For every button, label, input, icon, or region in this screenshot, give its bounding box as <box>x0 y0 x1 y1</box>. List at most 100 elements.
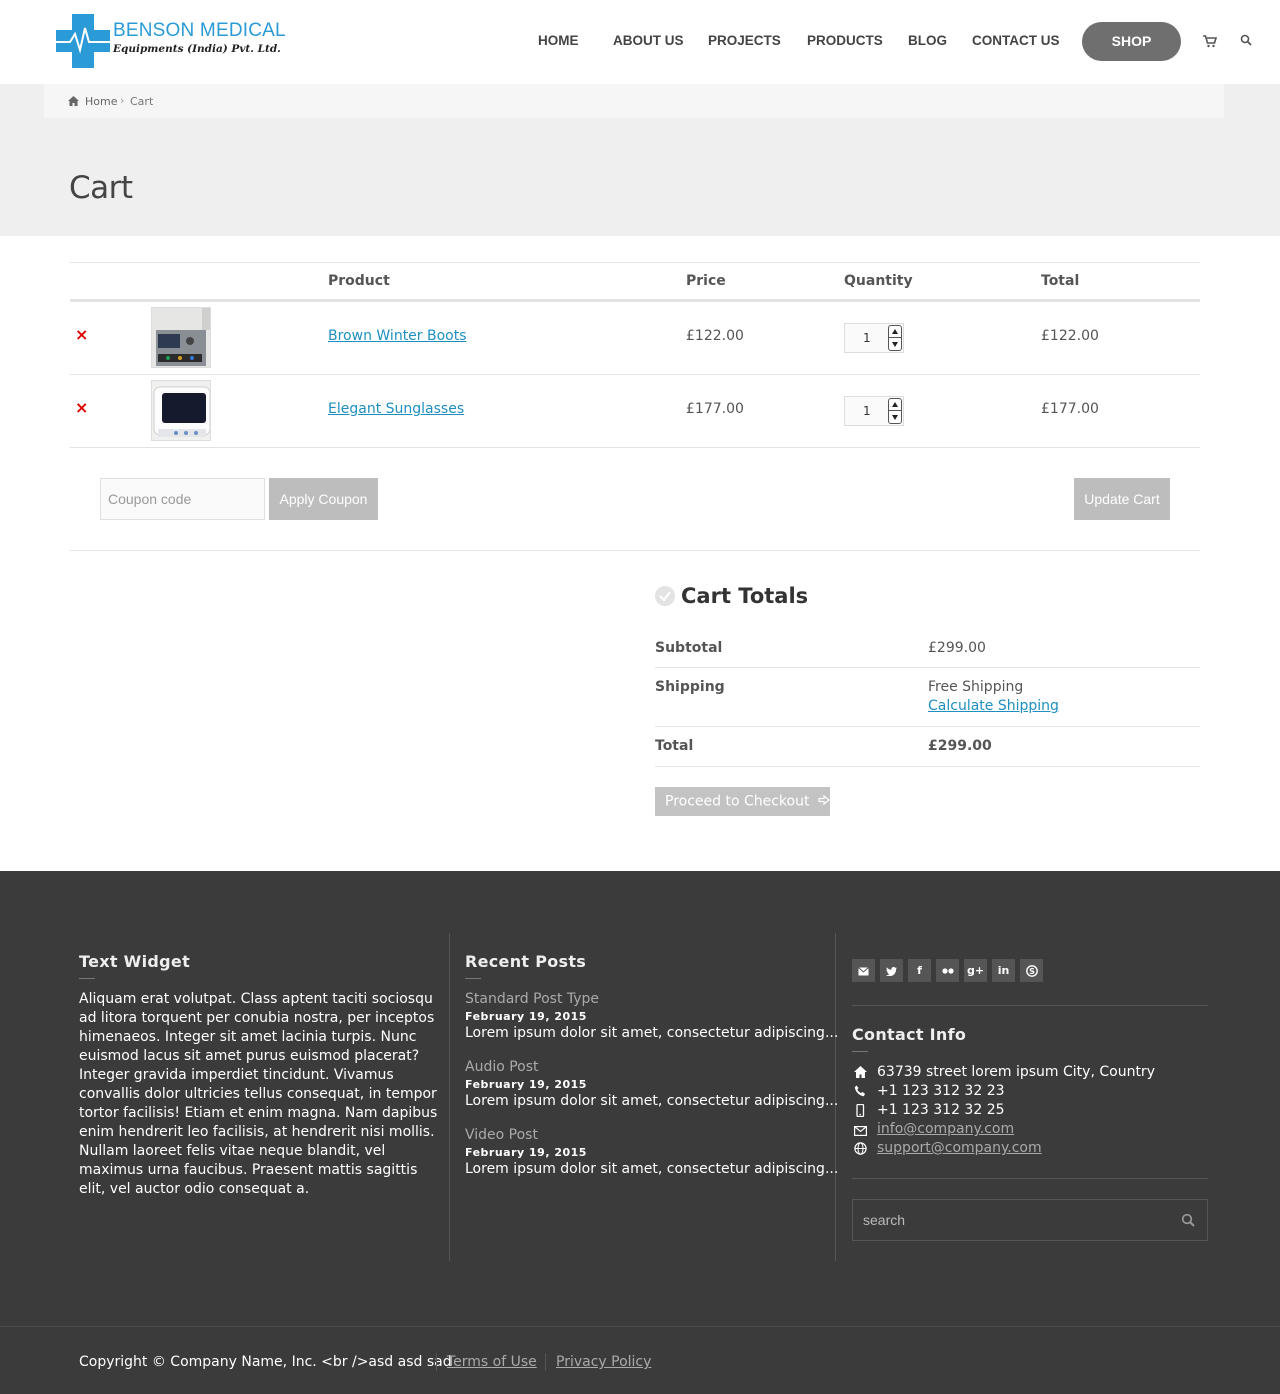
remove-item-icon[interactable]: × <box>75 398 88 417</box>
cart-table-header: Product Price Quantity Total <box>70 262 1200 302</box>
cart-row: × Brown Winter Boots £122.00 1 £122.00 <box>70 302 1200 375</box>
skype-icon[interactable]: S <box>1020 959 1043 982</box>
quantity-spinner[interactable] <box>888 325 902 351</box>
nav-home[interactable]: HOME <box>538 33 579 48</box>
terms-of-use-link[interactable]: Terms of Use <box>447 1354 537 1370</box>
nav-blog[interactable]: BLOG <box>908 33 947 48</box>
post-title-link[interactable]: Audio Post <box>465 1059 539 1075</box>
proceed-to-checkout-button[interactable]: Proceed to Checkout <box>655 787 830 816</box>
brand-name: BENSON MEDICAL <box>113 20 286 41</box>
quantity-stepper[interactable]: 1 <box>844 396 904 426</box>
chevron-down-icon[interactable] <box>892 342 898 347</box>
breadcrumb-current: Cart <box>130 95 154 108</box>
column-product: Product <box>328 273 390 289</box>
search-icon[interactable] <box>1240 34 1254 48</box>
subtotal-row: Subtotal £299.00 <box>655 630 1200 668</box>
post-excerpt: Lorem ipsum dolor sit amet, consectetur … <box>465 1093 839 1109</box>
remove-item-icon[interactable]: × <box>75 325 88 344</box>
globe-icon <box>854 1142 868 1156</box>
contact-email-link[interactable]: info@company.com <box>877 1121 1014 1137</box>
quantity-spinner[interactable] <box>888 398 902 424</box>
cart-icon[interactable] <box>1203 34 1218 48</box>
coupon-code-input[interactable] <box>100 478 265 520</box>
search-icon[interactable] <box>1181 1213 1195 1231</box>
breadcrumb-separator: › <box>120 94 125 107</box>
shipping-value: Free Shipping <box>928 679 1024 695</box>
breadcrumb: Home › Cart <box>44 84 1224 118</box>
product-thumbnail[interactable] <box>151 307 211 368</box>
medical-cross-icon <box>56 14 110 68</box>
shipping-row: Shipping Free Shipping Calculate Shippin… <box>655 668 1200 727</box>
post-title-link[interactable]: Video Post <box>465 1127 538 1143</box>
product-price: £177.00 <box>686 401 744 417</box>
line-total: £177.00 <box>1041 401 1099 417</box>
nav-products[interactable]: PRODUCTS <box>807 33 883 48</box>
home-icon <box>854 1066 868 1080</box>
brand-tagline: Equipments (India) Pvt. Ltd. <box>113 43 281 55</box>
nav-projects[interactable]: PROJECTS <box>708 33 781 48</box>
page-title: Cart <box>69 170 133 206</box>
divider <box>449 933 450 1261</box>
contact-support-link[interactable]: support@company.com <box>877 1140 1042 1156</box>
apply-coupon-button[interactable]: Apply Coupon <box>269 478 378 520</box>
recent-posts-title: Recent Posts <box>465 952 587 971</box>
chevron-up-icon[interactable] <box>892 402 898 407</box>
brand-logo[interactable]: BENSON MEDICAL Equipments (India) Pvt. L… <box>56 14 286 70</box>
line-total: £122.00 <box>1041 328 1099 344</box>
twitter-icon[interactable] <box>880 959 903 982</box>
product-link[interactable]: Elegant Sunglasses <box>328 401 464 417</box>
page-title-band: Home › Cart Cart <box>0 84 1280 236</box>
chevron-down-icon[interactable] <box>892 415 898 420</box>
post-excerpt: Lorem ipsum dolor sit amet, consectetur … <box>465 1025 839 1041</box>
divider <box>70 550 1200 551</box>
total-row: Total £299.00 <box>655 727 1200 767</box>
cart-row: × Elegant Sunglasses £177.00 1 £177.00 <box>70 375 1200 448</box>
contact-info-title: Contact Info <box>852 1025 967 1044</box>
site-footer: Text Widget Aliquam erat volutpat. Class… <box>0 871 1280 1394</box>
nav-contact-us[interactable]: CONTACT US <box>972 33 1060 48</box>
nav-about-us[interactable]: ABOUT US <box>613 33 684 48</box>
home-icon <box>68 96 79 109</box>
check-circle-icon <box>655 586 675 606</box>
linkedin-icon[interactable]: in <box>992 959 1015 982</box>
quantity-value[interactable]: 1 <box>863 331 871 345</box>
subtotal-value: £299.00 <box>928 640 986 656</box>
copyright-text: Copyright © Company Name, Inc. <br />asd… <box>79 1354 452 1370</box>
text-widget-body: Aliquam erat volutpat. Class aptent taci… <box>79 991 438 1197</box>
footer-search-input[interactable] <box>852 1199 1208 1241</box>
shipping-label: Shipping <box>655 679 725 695</box>
total-value: £299.00 <box>928 738 992 754</box>
text-widget-title: Text Widget <box>79 952 191 971</box>
mail-icon[interactable] <box>852 959 875 982</box>
post-date: February 19, 2015 <box>465 1146 587 1159</box>
column-price: Price <box>686 273 726 289</box>
product-thumbnail[interactable] <box>151 380 211 441</box>
chevron-up-icon[interactable] <box>892 329 898 334</box>
total-label: Total <box>655 738 694 754</box>
breadcrumb-home[interactable]: Home <box>85 95 117 108</box>
product-link[interactable]: Brown Winter Boots <box>328 328 467 344</box>
update-cart-button[interactable]: Update Cart <box>1074 478 1170 520</box>
privacy-policy-link[interactable]: Privacy Policy <box>556 1354 651 1370</box>
flickr-icon[interactable] <box>936 959 959 982</box>
column-total: Total <box>1041 273 1080 289</box>
divider <box>852 1005 1208 1006</box>
calculate-shipping-link[interactable]: Calculate Shipping <box>928 698 1059 714</box>
shop-button[interactable]: SHOP <box>1082 22 1181 61</box>
svg-text:S: S <box>1029 967 1035 976</box>
quantity-stepper[interactable]: 1 <box>844 323 904 353</box>
quantity-value[interactable]: 1 <box>863 404 871 418</box>
column-quantity: Quantity <box>844 273 913 289</box>
arrow-right-icon <box>818 787 830 816</box>
facebook-icon[interactable]: f <box>908 959 931 982</box>
contact-phone: +1 123 312 32 23 <box>877 1083 1005 1099</box>
post-excerpt: Lorem ipsum dolor sit amet, consectetur … <box>465 1161 839 1177</box>
google-plus-icon[interactable]: g+ <box>964 959 987 982</box>
phone-icon <box>854 1085 868 1099</box>
post-title-link[interactable]: Standard Post Type <box>465 991 599 1007</box>
subtotal-label: Subtotal <box>655 640 723 656</box>
contact-address: 63739 street lorem ipsum City, Country <box>877 1064 1155 1080</box>
checkout-label: Proceed to Checkout <box>665 793 810 810</box>
product-price: £122.00 <box>686 328 744 344</box>
post-date: February 19, 2015 <box>465 1010 587 1023</box>
